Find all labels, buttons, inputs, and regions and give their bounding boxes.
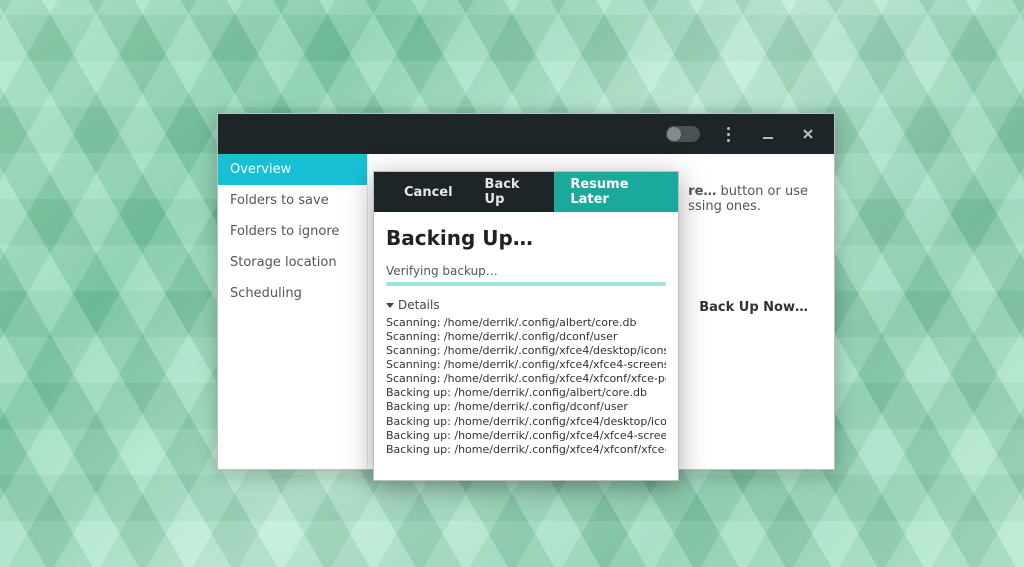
log-line: Backing up: /home/derrik/.config/albert/… bbox=[386, 386, 666, 400]
progress-fill bbox=[386, 282, 666, 286]
minimize-icon bbox=[761, 127, 775, 141]
log-line: Scanning: /home/derrik/.config/xfce4/des… bbox=[386, 344, 666, 358]
hint-tail-2: ssing ones. bbox=[688, 199, 761, 214]
log-line: Backing up: /home/derrik/.config/xfce4/x… bbox=[386, 429, 666, 443]
sidebar-item-overview[interactable]: Overview bbox=[218, 154, 367, 185]
backup-progress-dialog: Cancel Back Up Resume Later Backing Up… … bbox=[373, 171, 679, 481]
chevron-down-icon bbox=[386, 303, 394, 308]
log-line: Backing up: /home/derrik/.config/xfce4/d… bbox=[386, 415, 666, 429]
minimize-button[interactable] bbox=[750, 118, 786, 150]
sidebar: Overview Folders to save Folders to igno… bbox=[218, 154, 368, 469]
log-output: Scanning: /home/derrik/.config/albert/co… bbox=[386, 316, 666, 457]
desktop-background: Overview Folders to save Folders to igno… bbox=[0, 0, 1024, 567]
window-titlebar bbox=[218, 114, 834, 154]
sidebar-item-folders-save[interactable]: Folders to save bbox=[218, 185, 367, 216]
sidebar-item-folders-ignore[interactable]: Folders to ignore bbox=[218, 216, 367, 247]
hint-tail-1: button or use bbox=[716, 184, 808, 199]
details-label: Details bbox=[398, 298, 440, 312]
kebab-icon bbox=[727, 127, 730, 142]
sidebar-item-storage-location[interactable]: Storage location bbox=[218, 247, 367, 278]
dialog-body: Backing Up… Verifying backup… Details Sc… bbox=[374, 212, 678, 480]
backup-now-button[interactable]: Back Up Now… bbox=[699, 292, 808, 323]
menu-button[interactable] bbox=[710, 118, 746, 150]
progress-bar bbox=[386, 282, 666, 286]
auto-backup-toggle[interactable] bbox=[666, 126, 700, 142]
resume-later-button[interactable]: Resume Later bbox=[554, 172, 678, 212]
cancel-button[interactable]: Cancel bbox=[388, 185, 469, 200]
log-line: Scanning: /home/derrik/.config/dconf/use… bbox=[386, 330, 666, 344]
dialog-title: Backing Up… bbox=[386, 226, 666, 250]
dialog-header: Cancel Back Up Resume Later bbox=[374, 172, 678, 212]
log-line: Scanning: /home/derrik/.config/xfce4/xfc… bbox=[386, 372, 666, 386]
close-button[interactable] bbox=[790, 118, 826, 150]
hint-bold-fragment: re… bbox=[688, 184, 716, 199]
overview-buttons: Back Up Now… bbox=[699, 292, 808, 323]
toggle-knob bbox=[667, 127, 681, 141]
log-line: Backing up: /home/derrik/.config/xfce4/x… bbox=[386, 443, 666, 457]
dialog-status: Verifying backup… bbox=[386, 264, 666, 278]
close-icon bbox=[801, 127, 815, 141]
details-toggle[interactable]: Details bbox=[386, 296, 666, 316]
log-line: Scanning: /home/derrik/.config/xfce4/xfc… bbox=[386, 358, 666, 372]
backup-button[interactable]: Back Up bbox=[469, 172, 555, 212]
log-line: Backing up: /home/derrik/.config/dconf/u… bbox=[386, 400, 666, 414]
sidebar-item-scheduling[interactable]: Scheduling bbox=[218, 278, 367, 309]
hint-text: re… button or use ssing ones. bbox=[688, 184, 808, 214]
log-line: Scanning: /home/derrik/.config/albert/co… bbox=[386, 316, 666, 330]
